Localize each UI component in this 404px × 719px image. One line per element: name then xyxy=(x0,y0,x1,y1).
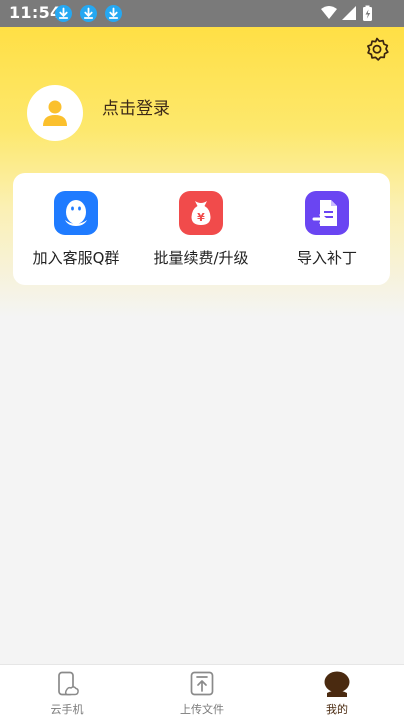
import-file-icon xyxy=(305,191,349,235)
qq-penguin-icon xyxy=(54,191,98,235)
wifi-icon xyxy=(321,6,337,19)
tab-label: 上传文件 xyxy=(180,703,224,716)
tab-label: 我的 xyxy=(326,703,348,716)
join-support-group-button[interactable]: 加入客服Q群 xyxy=(13,173,139,285)
user-icon xyxy=(43,100,67,126)
download-icon xyxy=(80,5,97,22)
tab-upload-file[interactable]: 上传文件 xyxy=(135,665,269,719)
battery-charging-icon xyxy=(363,5,372,21)
gear-icon xyxy=(367,37,389,61)
money-bag-icon: ¥ xyxy=(179,191,223,235)
settings-button[interactable] xyxy=(364,36,390,62)
status-bar: 11:54 xyxy=(0,0,404,27)
tab-cloud-phone[interactable]: 云手机 xyxy=(0,665,134,719)
batch-renew-button[interactable]: ¥ 批量续费/升级 xyxy=(138,173,264,285)
signal-icon xyxy=(342,6,356,20)
quick-action-label: 导入补丁 xyxy=(296,249,357,267)
svg-text:¥: ¥ xyxy=(197,211,205,224)
profile-icon xyxy=(324,671,350,697)
tab-profile[interactable]: 我的 xyxy=(270,665,404,719)
login-link[interactable]: 点击登录 xyxy=(102,94,170,119)
status-time: 11:54 xyxy=(9,3,62,22)
tab-label: 云手机 xyxy=(50,703,84,716)
upload-file-icon xyxy=(190,671,214,696)
bottom-tab-bar: 云手机 上传文件 我的 xyxy=(0,664,404,719)
system-status-icons xyxy=(320,5,376,22)
quick-action-label: 批量续费/升级 xyxy=(153,249,249,267)
download-icon xyxy=(105,5,122,22)
download-icon xyxy=(55,5,72,22)
cloud-phone-icon xyxy=(58,671,79,696)
avatar[interactable] xyxy=(27,85,83,141)
quick-actions-card: 加入客服Q群 ¥ 批量续费/升级 导入补丁 xyxy=(13,173,390,285)
quick-action-label: 加入客服Q群 xyxy=(32,249,120,267)
import-patch-button[interactable]: 导入补丁 xyxy=(264,173,390,285)
